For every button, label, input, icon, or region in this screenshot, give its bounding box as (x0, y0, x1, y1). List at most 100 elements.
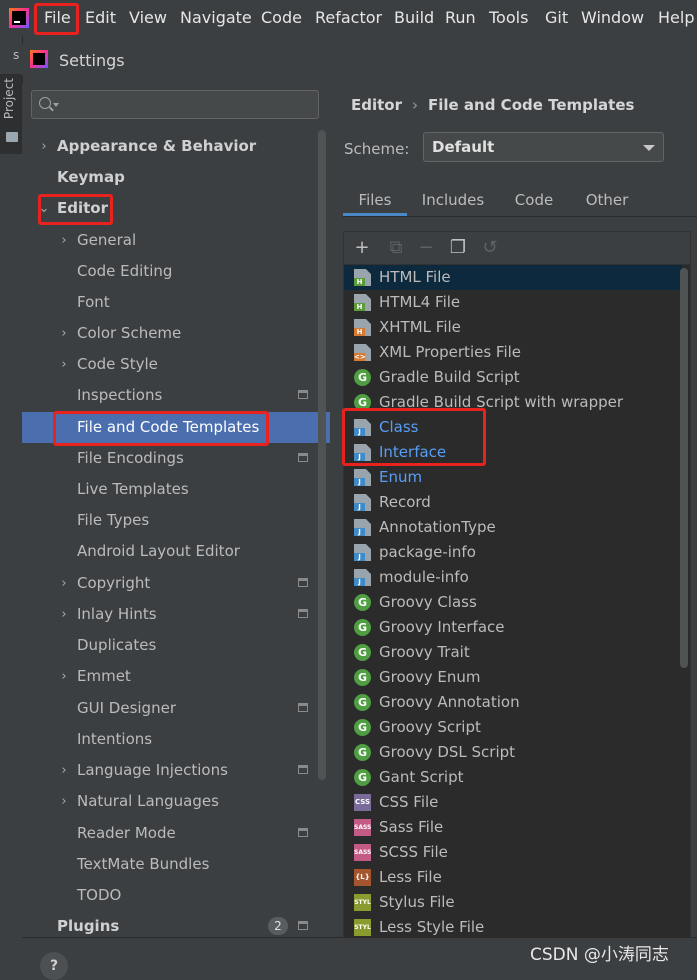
sidebar-item-code-style[interactable]: › Code Style (22, 349, 330, 380)
list-item-record[interactable]: J Record (344, 490, 682, 515)
list-item-groovy-class[interactable]: G Groovy Class (344, 590, 682, 615)
list-item-scss-file[interactable]: SASS SCSS File (344, 840, 682, 865)
list-item-groovy-enum[interactable]: G Groovy Enum (344, 665, 682, 690)
list-item-groovy-annotation[interactable]: G Groovy Annotation (344, 690, 682, 715)
list-item-annotation-type[interactable]: J AnnotationType (344, 515, 682, 540)
menu-run[interactable]: Run (445, 8, 476, 27)
list-item-groovy-trait[interactable]: G Groovy Trait (344, 640, 682, 665)
list-item-groovy-script[interactable]: G Groovy Script (344, 715, 682, 740)
sidebar-item-code-editing[interactable]: Code Editing (22, 256, 330, 287)
menu-git[interactable]: Git (545, 8, 568, 27)
menu-tools[interactable]: Tools (489, 8, 528, 27)
sidebar-item-natural-languages[interactable]: › Natural Languages (22, 786, 330, 817)
chevron-right-icon[interactable]: › (58, 755, 70, 786)
menu-refactor[interactable]: Refactor (315, 8, 382, 27)
sidebar-item-language-injections[interactable]: › Language Injections (22, 755, 330, 786)
add-icon[interactable]: + (352, 238, 372, 258)
sidebar-item-textmate-bundles[interactable]: TextMate Bundles (22, 849, 330, 880)
sidebar-item-android-layout-editor[interactable]: Android Layout Editor (22, 536, 330, 567)
list-item-xhtml-file[interactable]: H XHTML File (344, 315, 682, 340)
menu-edit[interactable]: Edit (85, 8, 116, 27)
menu-build[interactable]: Build (394, 8, 434, 27)
list-item-enum[interactable]: J Enum (344, 465, 682, 490)
sidebar-item-editor[interactable]: ⌄ Editor (22, 193, 330, 224)
tab-other[interactable]: Other (577, 184, 637, 216)
sass-file-icon: SASS (354, 819, 371, 836)
list-item-groovy-dsl-script[interactable]: G Groovy DSL Script (344, 740, 682, 765)
sidebar-item-appearance-behavior[interactable]: › Appearance & Behavior (22, 131, 330, 162)
tab-files[interactable]: Files (343, 184, 407, 216)
chevron-right-icon[interactable]: › (58, 568, 70, 599)
template-name: module-info (379, 568, 469, 586)
sidebar-item-gui-designer[interactable]: GUI Designer (22, 693, 330, 724)
list-item-less-style-file[interactable]: STYL Less Style File (344, 915, 682, 938)
tab-code[interactable]: Code (507, 184, 561, 216)
reset-icon[interactable]: ↺ (480, 238, 500, 258)
intellij-logo-icon (30, 50, 48, 68)
sidebar-item-todo[interactable]: TODO (22, 880, 330, 911)
chevron-right-icon[interactable]: › (58, 661, 70, 692)
chevron-right-icon[interactable]: › (58, 318, 70, 349)
chevron-right-icon[interactable]: › (38, 131, 50, 162)
menu-view[interactable]: View (129, 8, 167, 27)
list-item-package-info[interactable]: J package-info (344, 540, 682, 565)
help-button[interactable]: ? (40, 952, 68, 980)
sidebar-item-label: Inlay Hints (77, 605, 157, 623)
chevron-right-icon[interactable]: › (58, 599, 70, 630)
chevron-right-icon[interactable]: › (58, 225, 70, 256)
sidebar-item-copyright[interactable]: › Copyright (22, 568, 330, 599)
sidebar-item-reader-mode[interactable]: Reader Mode (22, 818, 330, 849)
settings-search-input[interactable] (31, 90, 319, 119)
search-options-caret-icon[interactable] (53, 103, 59, 107)
list-item-sass-file[interactable]: SASS Sass File (344, 815, 682, 840)
list-item-stylus-file[interactable]: STYL Stylus File (344, 890, 682, 915)
list-item-class[interactable]: J Class (344, 415, 682, 440)
list-item-groovy-interface[interactable]: G Groovy Interface (344, 615, 682, 640)
menu-help[interactable]: Help (658, 8, 694, 27)
sidebar-item-color-scheme[interactable]: › Color Scheme (22, 318, 330, 349)
tool-window-strip (0, 36, 23, 969)
list-item-interface[interactable]: J Interface (344, 440, 682, 465)
sidebar-item-intentions[interactable]: Intentions (22, 724, 330, 755)
list-item-gradle-build-script[interactable]: G Gradle Build Script (344, 365, 682, 390)
dialog-title: Settings (59, 51, 125, 70)
project-tool-tab[interactable]: Project (0, 74, 22, 154)
list-item-gradle-build-script-wrapper[interactable]: G Gradle Build Script with wrapper (344, 390, 682, 415)
templates-scrollbar[interactable] (680, 268, 688, 668)
sidebar-item-font[interactable]: Font (22, 287, 330, 318)
sidebar-item-inspections[interactable]: Inspections (22, 380, 330, 411)
sidebar-scrollbar[interactable] (318, 130, 326, 780)
list-item-html4-file[interactable]: H HTML4 File (344, 290, 682, 315)
scheme-dropdown[interactable]: Default (423, 132, 664, 162)
sidebar-item-emmet[interactable]: › Emmet (22, 661, 330, 692)
chevron-down-icon[interactable]: ⌄ (38, 193, 50, 224)
menu-code[interactable]: Code (261, 8, 302, 27)
sidebar-item-file-and-code-templates[interactable]: File and Code Templates (22, 412, 330, 443)
java-file-icon: J (354, 569, 371, 586)
sidebar-item-duplicates[interactable]: Duplicates (22, 630, 330, 661)
list-item-gant-script[interactable]: G Gant Script (344, 765, 682, 790)
list-item-less-file[interactable]: {L} Less File (344, 865, 682, 890)
sidebar-item-live-templates[interactable]: Live Templates (22, 474, 330, 505)
menu-file[interactable]: File (44, 8, 71, 27)
menu-window[interactable]: Window (581, 8, 644, 27)
tab-includes[interactable]: Includes (415, 184, 491, 216)
sidebar-item-keymap[interactable]: Keymap (22, 162, 330, 193)
sidebar-item-general[interactable]: › General (22, 225, 330, 256)
sidebar-item-file-types[interactable]: File Types (22, 505, 330, 536)
remove-icon[interactable]: − (416, 238, 436, 258)
xhtml-file-icon: H (354, 319, 371, 336)
sidebar-item-label: File Types (77, 511, 150, 529)
chevron-right-icon[interactable]: › (58, 786, 70, 817)
list-item-css-file[interactable]: CSS CSS File (344, 790, 682, 815)
sidebar-item-file-encodings[interactable]: File Encodings (22, 443, 330, 474)
copy-template-icon[interactable]: ❐ (448, 238, 468, 258)
list-item-html-file[interactable]: H HTML File (344, 265, 682, 290)
sidebar-item-inlay-hints[interactable]: › Inlay Hints (22, 599, 330, 630)
menu-navigate[interactable]: Navigate (180, 8, 252, 27)
chevron-right-icon[interactable]: › (58, 349, 70, 380)
list-item-xml-properties-file[interactable]: <> XML Properties File (344, 340, 682, 365)
breadcrumb-editor[interactable]: Editor (351, 96, 402, 114)
create-child-icon[interactable]: ⧉ (386, 238, 406, 258)
list-item-module-info[interactable]: J module-info (344, 565, 682, 590)
